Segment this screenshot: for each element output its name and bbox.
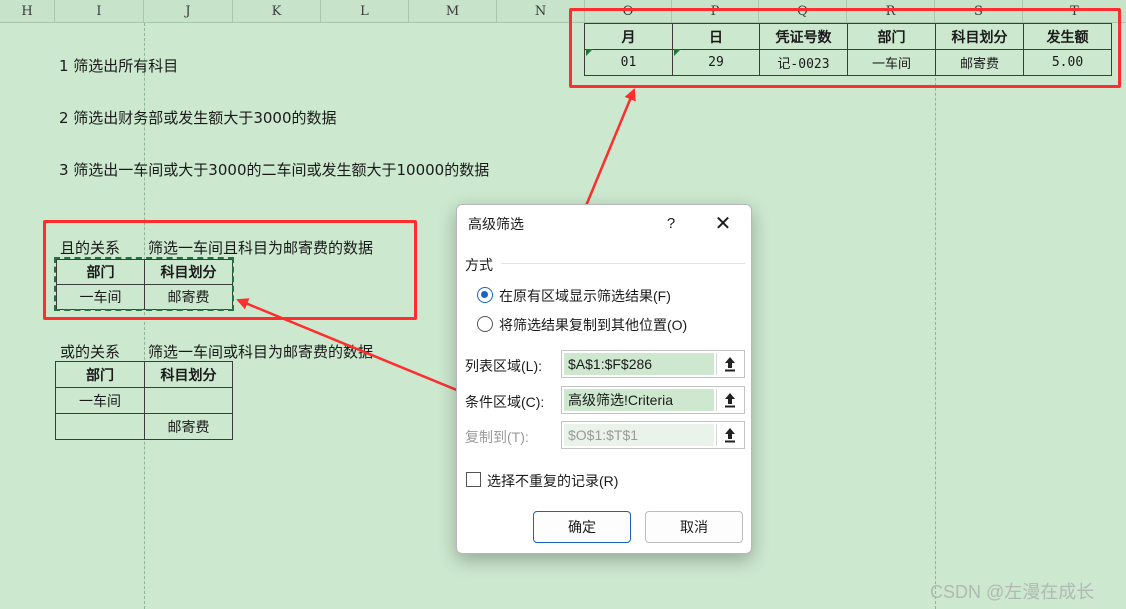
close-icon[interactable]: ✕ [707, 211, 739, 237]
criteria-range-label: 条件区域(C): [465, 394, 545, 410]
copy-to-field[interactable]: $O$1:$T$1 [561, 421, 745, 449]
copy-to-label: 复制到(T): [465, 429, 529, 445]
list-range-label: 列表区域(L): [465, 358, 542, 374]
radio-filter-in-place[interactable] [477, 287, 493, 303]
watermark: CSDN @左漫在成长 [930, 582, 1095, 602]
copy-to-input[interactable]: $O$1:$T$1 [564, 424, 714, 446]
collapse-dialog-icon[interactable] [716, 424, 742, 446]
radio-copy-to-location[interactable] [477, 316, 493, 332]
arrow-to-criteria-table [236, 298, 465, 395]
radio-copy-to-location-label[interactable]: 将筛选结果复制到其他位置(O) [499, 315, 687, 335]
criteria-range-input[interactable]: 高级筛选!Criteria [564, 389, 714, 411]
mode-group-label: 方式 [465, 257, 493, 273]
group-divider [501, 263, 745, 264]
advanced-filter-dialog: 高级筛选 ? ✕ 方式 在原有区域显示筛选结果(F) 将筛选结果复制到其他位置(… [456, 204, 752, 554]
radio-filter-in-place-label[interactable]: 在原有区域显示筛选结果(F) [499, 286, 671, 306]
unique-records-label[interactable]: 选择不重复的记录(R) [487, 471, 618, 491]
arrow-to-output-table [581, 88, 636, 214]
help-button[interactable]: ? [657, 211, 685, 237]
collapse-dialog-icon[interactable] [716, 353, 742, 375]
cancel-button[interactable]: 取消 [645, 511, 743, 543]
list-range-input[interactable]: $A$1:$F$286 [564, 353, 714, 375]
collapse-dialog-icon[interactable] [716, 389, 742, 411]
criteria-range-field[interactable]: 高级筛选!Criteria [561, 386, 745, 414]
unique-records-checkbox[interactable] [466, 472, 481, 487]
list-range-field[interactable]: $A$1:$F$286 [561, 350, 745, 378]
ok-button[interactable]: 确定 [533, 511, 631, 543]
dialog-title: 高级筛选 [468, 216, 524, 232]
